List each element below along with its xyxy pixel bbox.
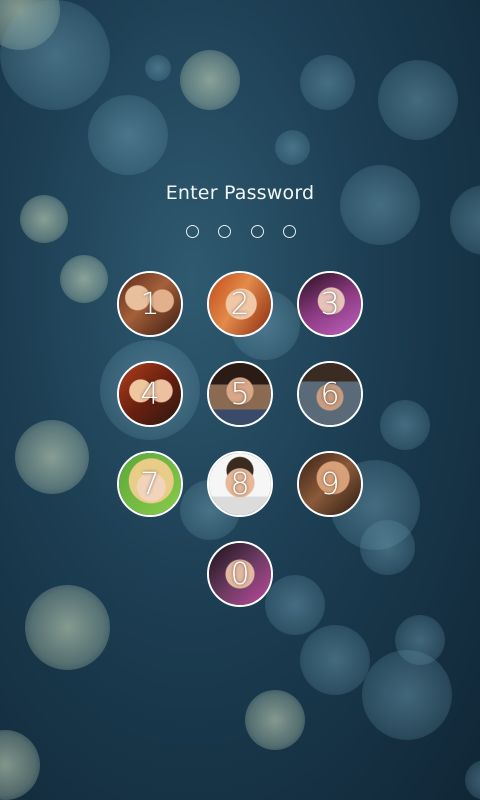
key-0[interactable]: 0 [207,541,273,607]
key-label: 9 [320,466,340,502]
pin-indicator [186,225,296,243]
key-label: 8 [230,466,250,502]
key-2[interactable]: 2 [207,271,273,337]
key-6[interactable]: 6 [297,361,363,427]
key-1[interactable]: 1 [117,271,183,337]
key-8[interactable]: 8 [207,451,273,517]
pin-dot [186,225,199,238]
key-label: 0 [230,556,250,592]
key-label: 1 [140,286,160,322]
page-title: Enter Password [165,182,315,204]
key-9[interactable]: 9 [297,451,363,517]
key-5[interactable]: 5 [207,361,273,427]
key-4[interactable]: 4 [117,361,183,427]
key-label: 2 [230,286,250,322]
key-7[interactable]: 7 [117,451,183,517]
pin-dot [282,225,296,238]
key-3[interactable]: 3 [297,271,363,337]
pin-dot [218,225,232,238]
key-label: 6 [320,376,340,412]
key-label: 3 [320,286,340,322]
key-label: 5 [230,376,250,412]
key-label: 4 [140,376,160,412]
pin-dot [250,225,264,238]
key-label: 7 [140,466,160,502]
